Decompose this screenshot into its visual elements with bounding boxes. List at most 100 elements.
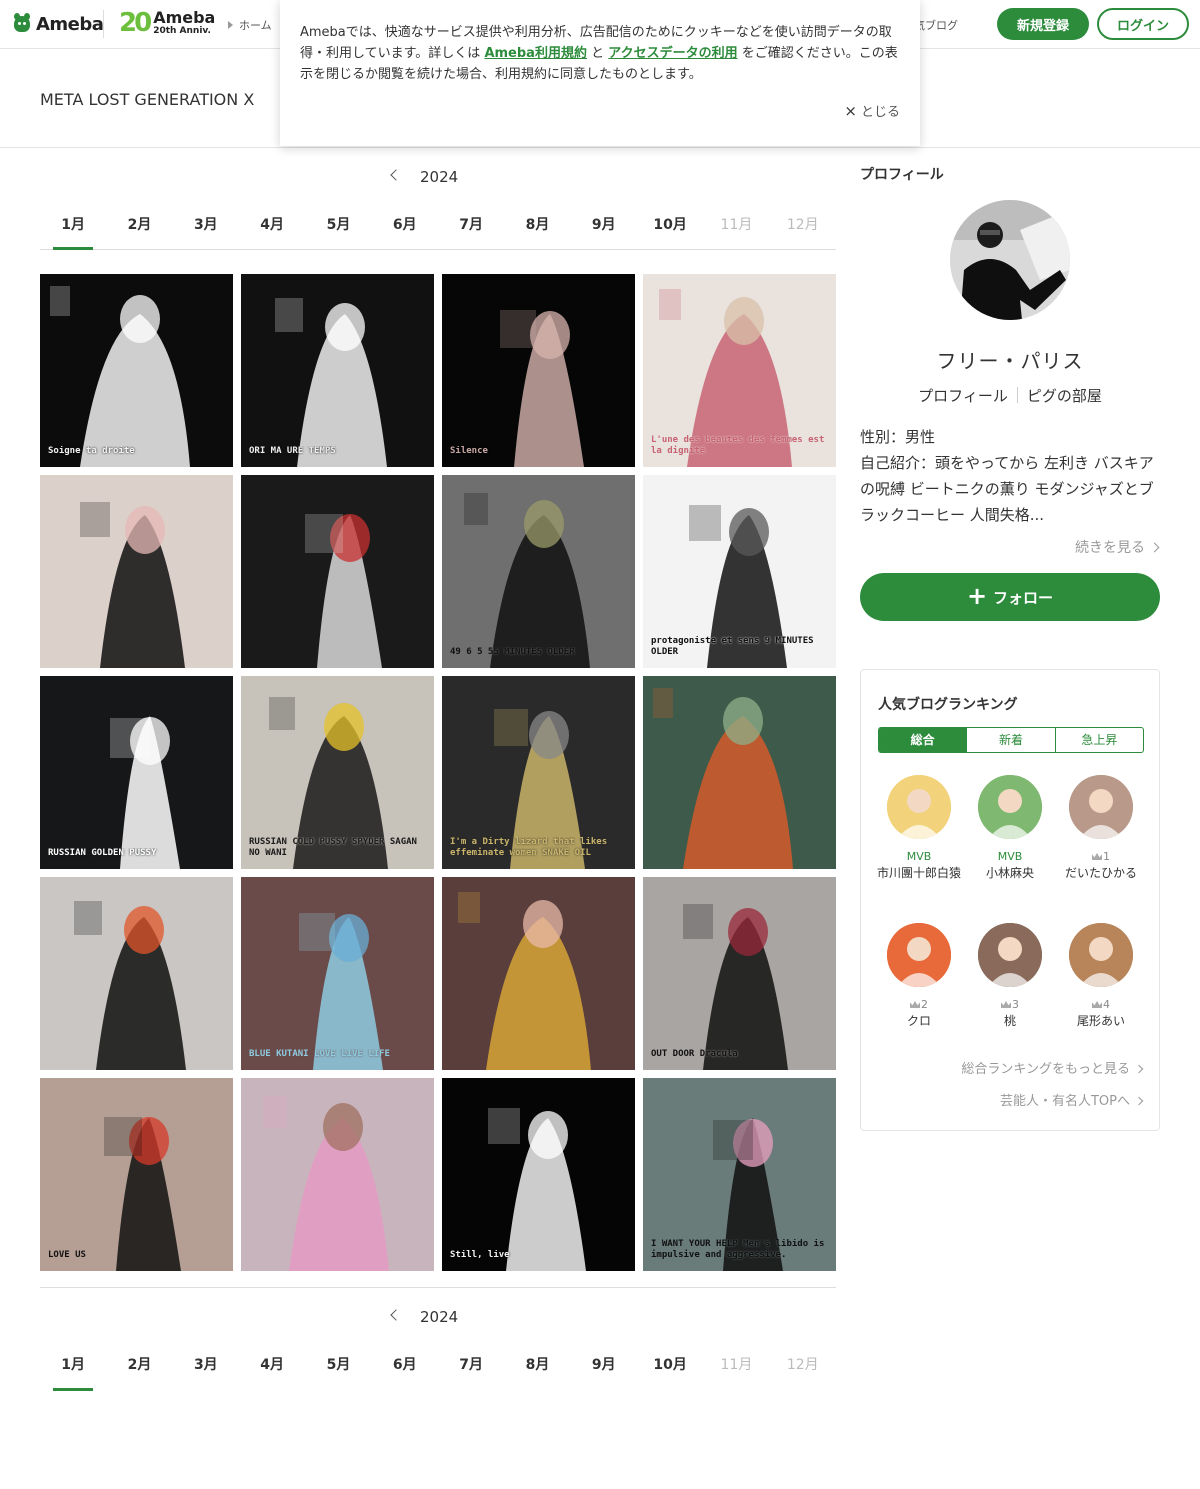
month-tab[interactable]: 5月 [305, 1350, 371, 1390]
month-tab: 11月 [720, 217, 753, 233]
crown-icon [910, 1001, 920, 1008]
year-nav-top: 2024 [40, 168, 836, 192]
gallery-image[interactable]: Silence [442, 274, 635, 467]
month-tab[interactable]: 7月 [438, 1350, 504, 1390]
gallery-image[interactable]: ORI MA URE TEMPS [241, 274, 434, 467]
month-tab[interactable]: 4月 [239, 1350, 305, 1390]
artwork-illustration [442, 1078, 635, 1271]
ranking-item[interactable]: 1 だいたひかる [1056, 775, 1146, 881]
ranking-tab[interactable]: 新着 [966, 728, 1054, 752]
ranking-item[interactable]: MVB 小林麻央 [965, 775, 1055, 881]
artwork-illustration [40, 274, 233, 467]
month-tab[interactable]: 6月 [372, 210, 438, 249]
ranking-blog-name: クロ [906, 1014, 931, 1028]
read-more-link[interactable]: 続きを見る [860, 537, 1160, 557]
artwork-caption: Silence [450, 446, 488, 456]
month-tab: 11月 [720, 1357, 753, 1373]
gallery-image[interactable]: protagoniste et sens 9 MINUTES OLDER [643, 475, 836, 668]
ranking-item[interactable]: 4 尾形あい [1056, 923, 1146, 1029]
gallery-image[interactable] [442, 877, 635, 1070]
month-tab[interactable]: 8月 [504, 210, 570, 249]
month-tab[interactable]: 5月 [305, 210, 371, 249]
access-data-link[interactable]: アクセスデータの利用 [608, 46, 737, 61]
artwork-caption: protagoniste et sens 9 MINUTES OLDER [651, 636, 814, 657]
image-gallery: Soigne ta droite ORI MA URE TEMPS Silence L… [40, 274, 836, 1271]
ranking-item[interactable]: 3桃 [965, 923, 1055, 1029]
link-separator [1016, 387, 1018, 403]
ranking-tab[interactable]: 総合 [879, 728, 967, 752]
month-tab[interactable]: 7月 [438, 210, 504, 249]
ranking-item[interactable]: 2 クロ [874, 923, 964, 1029]
month-tab[interactable]: 8月 [504, 1350, 570, 1390]
breadcrumb-home[interactable]: ホーム [239, 17, 272, 33]
terms-link[interactable]: Ameba利用規約 [484, 46, 587, 61]
gallery-image[interactable]: I WANT YOUR HELP Men's libido is impulsi… [643, 1078, 836, 1271]
profile-link[interactable]: プロフィール [918, 387, 1008, 405]
anniv-number: 20 [119, 8, 152, 38]
ranking-more-link[interactable]: 総合ランキングをもっと見る [961, 1058, 1144, 1077]
artwork-caption: Still, live [450, 1250, 510, 1260]
month-tab[interactable]: 1月 [40, 1350, 106, 1391]
month-tab[interactable]: 9月 [571, 210, 637, 249]
celebrity-top-link[interactable]: 芸能人・有名人TOPへ [1000, 1090, 1144, 1109]
artwork-caption: LOVE US [48, 1250, 86, 1260]
ranking-item[interactable]: MVB 市川團十郎白猿 [874, 775, 964, 881]
month-tab[interactable]: 1月 [40, 210, 106, 250]
profile-body: 性別：男性 自己紹介：頭をやってから 左利き バスキアの呪縛 ビートニクの薫り … [860, 424, 1160, 528]
prev-year-icon[interactable] [390, 1309, 402, 1321]
month-tab[interactable]: 10月 [637, 210, 703, 249]
gallery-image[interactable]: OUT DOOR Dracula [643, 877, 836, 1070]
ranking-blog-name: 尾形あい [1076, 1014, 1125, 1028]
header-divider [103, 10, 104, 38]
artwork-illustration [241, 1078, 434, 1271]
month-tabs-bottom: 1月 2月 3月 4月 5月 6月 7月 8月 9月 10月 11月 12月 [40, 1350, 836, 1391]
cookie-close-button[interactable]: × とじる [844, 101, 900, 121]
breadcrumb-popular-blog[interactable]: 気ブログ [914, 17, 958, 33]
gallery-image[interactable]: L'une des beautés des femmes est la dign… [643, 274, 836, 467]
follow-button[interactable]: + フォロー [860, 573, 1160, 621]
ranking-box: 人気ブログランキング 総合 新着 急上昇 MVB 市川團十郎白猿 MVB 小林麻央 1 だいた… [860, 669, 1160, 1131]
gallery-image[interactable] [40, 877, 233, 1070]
gallery-image[interactable]: RUSSIAN COLD PUSSY SPYDER SAGAN NO WANI [241, 676, 434, 869]
prev-year-icon[interactable] [390, 169, 402, 181]
profile-avatar[interactable] [950, 200, 1070, 320]
month-tab[interactable]: 3月 [173, 1350, 239, 1390]
gallery-image[interactable]: Soigne ta droite [40, 274, 233, 467]
gallery-image[interactable] [241, 475, 434, 668]
month-tab[interactable]: 4月 [239, 210, 305, 249]
ameba-logo[interactable]: Ameba [12, 12, 104, 36]
ranking-blog-name: 市川團十郎白猿 [876, 866, 961, 880]
month-tab[interactable]: 3月 [173, 210, 239, 249]
artwork-illustration [241, 877, 434, 1070]
profile-heading: プロフィール [860, 167, 944, 183]
month-tab[interactable]: 9月 [571, 1350, 637, 1390]
gallery-image[interactable] [40, 475, 233, 668]
crown-icon [1092, 853, 1102, 860]
gallery-image[interactable] [643, 676, 836, 869]
gallery-image[interactable] [241, 1078, 434, 1271]
blog-title[interactable]: META LOST GENERATION X [40, 90, 254, 109]
register-button[interactable]: 新規登録 [997, 8, 1089, 40]
follow-label: フォロー [993, 588, 1054, 607]
ranking-tab[interactable]: 急上昇 [1054, 728, 1143, 752]
gallery-image[interactable]: LOVE US [40, 1078, 233, 1271]
artwork-caption: ORI MA URE TEMPS [249, 446, 336, 456]
month-tab[interactable]: 10月 [637, 1350, 703, 1390]
gallery-image[interactable]: I'm a Dirty lizard that likes effeminate… [442, 676, 635, 869]
artwork-caption: BLUE KUTANI LOVE LIVE LIFE [249, 1049, 390, 1059]
pigg-room-link[interactable]: ピグの部屋 [1027, 387, 1102, 405]
month-tab[interactable]: 2月 [106, 210, 172, 249]
chevron-right-icon [1149, 542, 1160, 553]
month-tab[interactable]: 2月 [106, 1350, 172, 1390]
month-tab[interactable]: 6月 [372, 1350, 438, 1390]
crown-icon [1092, 1001, 1102, 1008]
login-button[interactable]: ログイン [1097, 8, 1189, 40]
artwork-illustration [442, 877, 635, 1070]
anniversary-logo[interactable]: 20 Ameba 20th Anniv. [119, 9, 215, 37]
gallery-image[interactable]: BLUE KUTANI LOVE LIVE LIFE [241, 877, 434, 1070]
ranking-badge: MVB [997, 850, 1023, 863]
gallery-image[interactable]: 49 6 5 55 MINUTES OLDER [442, 475, 635, 668]
gallery-image[interactable]: RUSSIAN GOLDEN PUSSY [40, 676, 233, 869]
gallery-image[interactable]: Still, live [442, 1078, 635, 1271]
artwork-caption: RUSSIAN GOLDEN PUSSY [48, 848, 157, 858]
